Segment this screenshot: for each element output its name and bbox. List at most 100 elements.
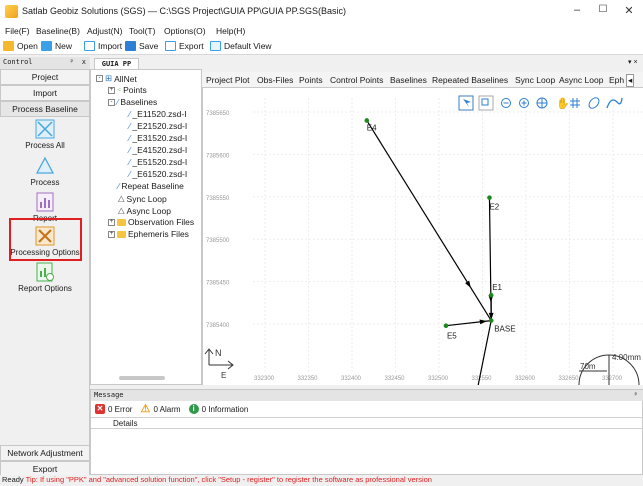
- warning-icon: ⚠: [140, 403, 151, 415]
- tree-baseline-item[interactable]: ⁄ _E61520.zsd-I: [129, 169, 187, 179]
- tab-import[interactable]: Import: [0, 85, 90, 101]
- tab-sync-loop[interactable]: Sync Loop: [515, 75, 555, 85]
- tree-root[interactable]: - ⊞ AllNet: [96, 73, 137, 84]
- process-all-item[interactable]: Process All: [0, 119, 90, 150]
- tab-obs-files[interactable]: Obs-Files: [257, 75, 293, 85]
- tree-points[interactable]: + ⁖ Points: [108, 85, 147, 95]
- error-filter[interactable]: ✕ 0 Error: [95, 404, 132, 414]
- grid-toggle-icon[interactable]: [570, 98, 580, 108]
- collapse-icon[interactable]: -: [96, 75, 103, 82]
- y-tick-label: 7385550: [206, 196, 230, 202]
- menu-options[interactable]: Options(O): [164, 26, 206, 36]
- measure-icon[interactable]: [587, 96, 601, 110]
- baseline-line: [366, 120, 492, 321]
- import-button[interactable]: Import: [84, 41, 122, 51]
- survey-point: [443, 323, 449, 328]
- tree-baseline-item[interactable]: ⁄ _E31520.zsd-I: [129, 133, 187, 143]
- menu-file[interactable]: File(F): [5, 26, 30, 36]
- open-button[interactable]: Open: [3, 41, 38, 51]
- project-plot[interactable]: 7385650 7385600 7385550 7385500 7385450 73854…: [202, 88, 643, 386]
- x-tick-label: 332650: [559, 376, 580, 382]
- maximize-button[interactable]: ☐: [593, 4, 613, 15]
- info-icon: i: [188, 404, 199, 414]
- tab-network-adjustment[interactable]: Network Adjustment: [0, 445, 90, 461]
- zoom-window-icon[interactable]: [478, 95, 494, 111]
- save-button[interactable]: Save: [125, 41, 158, 51]
- minimize-button[interactable]: –: [567, 4, 587, 16]
- point-label: E5: [447, 332, 457, 341]
- tree-async-loop[interactable]: △ Async Loop: [118, 205, 171, 216]
- control-panel-header: Control ᵖ x: [0, 57, 90, 69]
- pin-icon[interactable]: ᵖ: [634, 391, 638, 399]
- x-tick-label: 332300: [254, 376, 275, 382]
- close-button[interactable]: ✕: [619, 4, 639, 17]
- process-icon: [35, 156, 55, 174]
- expand-icon[interactable]: +: [108, 230, 115, 238]
- tree-baselines-label: Baselines: [120, 97, 158, 107]
- baseline-icon: ⁄: [129, 169, 131, 179]
- tab-project[interactable]: Project: [0, 69, 90, 85]
- new-button[interactable]: New: [41, 41, 72, 51]
- tree-scrollbar[interactable]: [119, 376, 165, 380]
- tab-async-loop[interactable]: Async Loop: [559, 75, 603, 85]
- new-label: New: [55, 41, 73, 51]
- x-tick-label: 332550: [472, 376, 493, 382]
- tree-sync-loop[interactable]: △ Sync Loop: [118, 193, 167, 204]
- tab-repeated-baselines[interactable]: Repeated Baselines: [432, 75, 508, 85]
- tree-baseline-item[interactable]: ⁄ _E21520.zsd-I: [129, 121, 187, 131]
- y-tick-label: 7385650: [206, 111, 230, 117]
- tab-baselines[interactable]: Baselines: [390, 75, 427, 85]
- process-all-label: Process All: [25, 141, 65, 150]
- information-filter[interactable]: i 0 Information: [188, 404, 249, 414]
- tab-control-points[interactable]: Control Points: [330, 75, 383, 85]
- tab-points[interactable]: Points: [299, 75, 323, 85]
- tab-process-baseline[interactable]: Process Baseline: [0, 101, 90, 117]
- tree-baseline-item[interactable]: ⁄ _E41520.zsd-I: [129, 145, 187, 155]
- process-label: Process: [30, 178, 60, 187]
- menu-baseline[interactable]: Baseline(B): [36, 26, 80, 36]
- tree-baselines[interactable]: - ⁄ Baselines: [108, 97, 157, 107]
- expand-icon[interactable]: +: [108, 86, 115, 94]
- export-button[interactable]: Export: [165, 41, 204, 51]
- async-loop-label: Async Loop: [126, 205, 171, 216]
- y-tick-label: 7385450: [206, 281, 230, 287]
- report-options-item[interactable]: Report Options: [0, 262, 90, 293]
- point-label: E4: [367, 123, 377, 132]
- tab-project-plot[interactable]: Project Plot: [206, 75, 249, 85]
- highlight-box: [9, 218, 82, 261]
- menu-adjust[interactable]: Adjust(N): [87, 26, 122, 36]
- tree-baseline-item[interactable]: ⁄ _E11520.zsd-I: [129, 109, 187, 119]
- point-label: E1: [492, 283, 502, 292]
- menu-bar: File(F) Baseline(B) Adjust(N) Tool(T) Op…: [0, 24, 643, 39]
- report-options-icon: [36, 262, 54, 282]
- doc-tabs-menu-icon[interactable]: ▾ ×: [628, 58, 638, 66]
- menu-tool[interactable]: Tool(T): [129, 26, 155, 36]
- pan-hand-icon[interactable]: ✋: [556, 97, 570, 110]
- information-count: 0 Information: [201, 404, 249, 414]
- curve-tool-icon[interactable]: [606, 97, 623, 109]
- error-count: 0 Error: [108, 404, 133, 414]
- save-icon: [125, 41, 136, 51]
- pin-icon[interactable]: ᵖ: [70, 58, 74, 66]
- east-label: E: [221, 371, 226, 380]
- tree-observation-files[interactable]: + Observation Files: [108, 217, 194, 227]
- baseline-icon: ⁄: [129, 133, 131, 143]
- baseline-icon: ⁄: [129, 145, 131, 155]
- collapse-icon[interactable]: -: [108, 98, 115, 106]
- menu-help[interactable]: Help(H): [216, 26, 245, 36]
- tab-eph[interactable]: Eph: [609, 75, 624, 85]
- tabs-scroll-left[interactable]: ◂: [626, 74, 635, 87]
- default-view-button[interactable]: Default View: [210, 41, 272, 51]
- tree-repeat-baseline[interactable]: ⁄ Repeat Baseline: [118, 181, 184, 191]
- plot-canvas: 7385650 7385600 7385550 7385500 7385450 73854…: [204, 95, 643, 386]
- baseline-item-label: _E41520.zsd-I: [132, 145, 188, 155]
- alarm-filter[interactable]: ⚠ 0 Alarm: [140, 403, 181, 415]
- process-item[interactable]: Process: [0, 156, 90, 187]
- title-bar: Satlab Geobiz Solutions (SGS) — C:\SGS P…: [0, 0, 643, 24]
- baseline-icon: ⁄: [129, 109, 131, 119]
- expand-icon[interactable]: +: [108, 218, 115, 226]
- tree-ephemeris-files[interactable]: + Ephemeris Files: [108, 229, 189, 239]
- close-panel-icon[interactable]: x: [82, 58, 86, 66]
- message-panel: Message ᵖ ✕ 0 Error ⚠ 0 Alarm i 0 Inform…: [90, 389, 643, 475]
- tree-baseline-item[interactable]: ⁄ _E51520.zsd-I: [129, 157, 187, 167]
